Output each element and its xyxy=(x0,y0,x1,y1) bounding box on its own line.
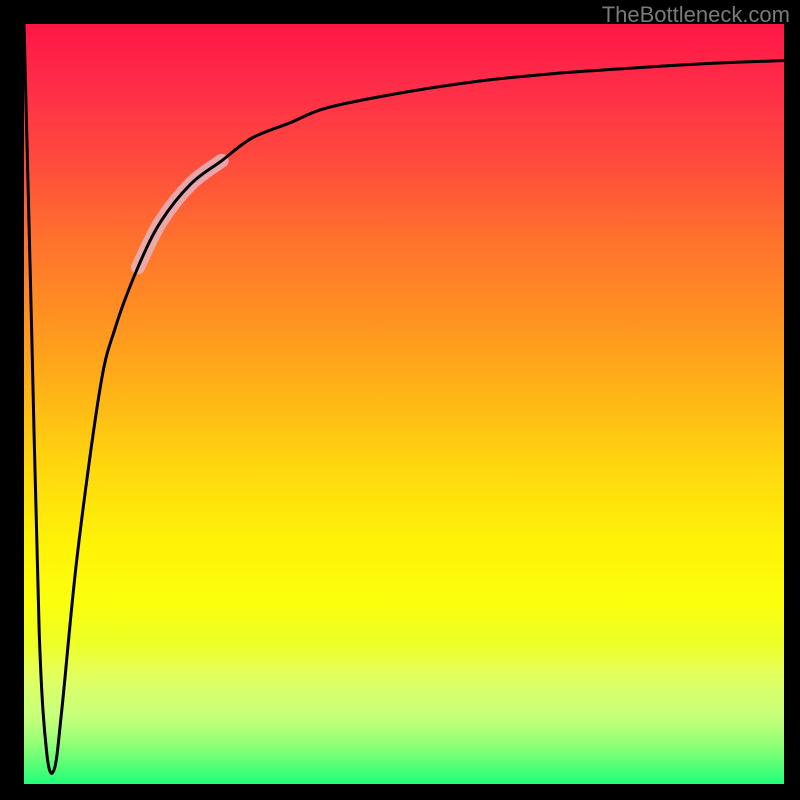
watermark-text: TheBottleneck.com xyxy=(602,2,790,28)
curve-main xyxy=(24,24,784,773)
curve-highlight-segment xyxy=(138,161,222,267)
chart-frame: TheBottleneck.com xyxy=(0,0,800,800)
curve-svg xyxy=(24,24,784,784)
